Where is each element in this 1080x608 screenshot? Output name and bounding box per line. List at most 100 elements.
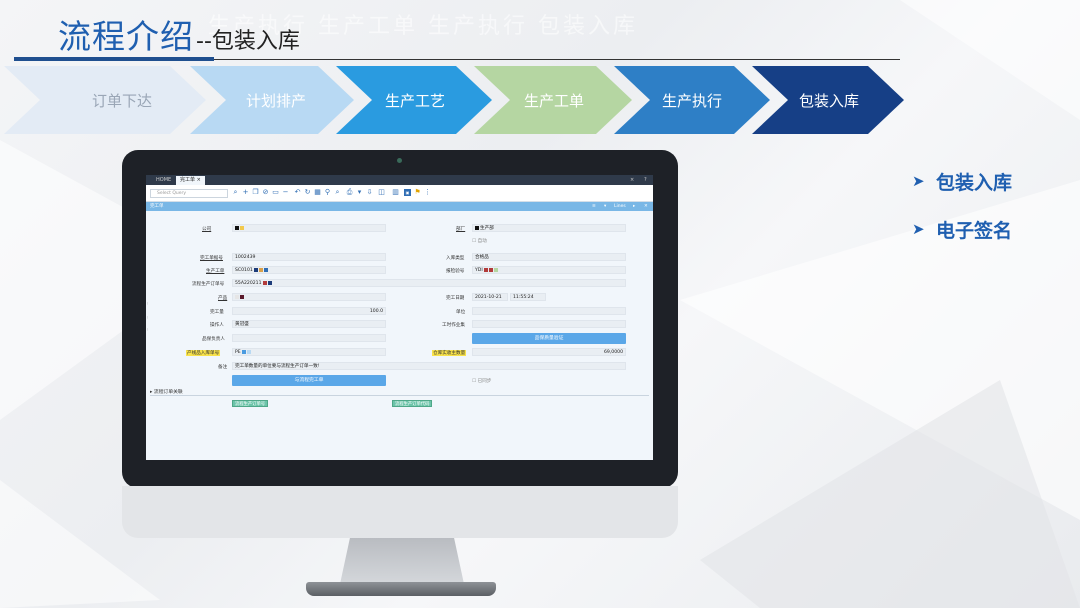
work-order-field[interactable]: SC0101 [232, 266, 386, 274]
form-header: 完工单 ≡ ▾ Lines ▸ ✕ [146, 202, 653, 211]
window-close-icon[interactable]: × [626, 176, 638, 185]
stock-qty-field[interactable]: 69,0000 [472, 348, 626, 356]
complete-time-field[interactable]: 11:55:24 [510, 293, 546, 301]
section-divider [150, 395, 649, 396]
tab-close-icon[interactable]: × [197, 177, 201, 183]
company-label: 公司 [202, 227, 212, 232]
form-close-icon[interactable]: ✕ [644, 202, 648, 211]
title-main: 流程介绍 [58, 17, 194, 56]
more-icon[interactable]: ⋮ [424, 189, 431, 196]
arrow-bullet-icon: ➤ [912, 172, 925, 190]
query-select[interactable]: Select Query [150, 189, 228, 198]
step-execution: 生产执行 [661, 91, 722, 110]
report-value: YDI [475, 268, 483, 273]
work-order-label: 生产工单 [206, 269, 225, 274]
operator-field[interactable]: 黄冠盛 [232, 320, 386, 328]
monitor-stand [340, 538, 464, 584]
form-next-icon[interactable]: ▸ [633, 202, 635, 211]
feature-list: ➤ 包装入库 ➤ 电子签名 [912, 168, 1012, 264]
operator-label: 操作人 [210, 323, 224, 328]
page-title: 流程介绍 --包装入库 [58, 10, 300, 56]
attach-icon[interactable]: ⚲ [324, 189, 331, 196]
workflow-icon[interactable]: ⚑ [414, 189, 421, 196]
unit-label: 单位 [456, 310, 466, 315]
monitor-base [306, 582, 496, 596]
quality-verify-button[interactable]: 品保质量验证 [472, 333, 626, 344]
workgroup-field[interactable] [472, 320, 626, 328]
tab-home[interactable]: HOME [152, 176, 175, 185]
link-prev-order-button[interactable]: 流程生产订单号 [232, 400, 269, 407]
complete-qty-field[interactable]: 100.0 [232, 307, 386, 315]
company-field[interactable] [232, 224, 386, 232]
prev-order-label: 流程生产订单号 [192, 282, 225, 287]
save-icon[interactable]: ▭ [272, 189, 279, 196]
prev-order-value: 55A220211 [235, 281, 262, 286]
minus-icon[interactable]: − [282, 189, 289, 196]
camera-icon [397, 158, 402, 163]
report-field[interactable]: YDI [472, 266, 626, 274]
store-type-field[interactable]: 合格品 [472, 253, 626, 261]
side-mark: | [147, 315, 149, 319]
search-icon[interactable]: ⌕ [232, 189, 239, 196]
remark-field[interactable]: 完工单数量的单位要与流程生产订单一致! [232, 362, 626, 370]
step-packaging: 包装入库 [798, 91, 859, 110]
link-prev-code-button[interactable]: 流程生产订单代码 [392, 400, 433, 407]
delete-icon[interactable]: ⊘ [262, 189, 269, 196]
grid-icon[interactable]: ▦ [314, 189, 321, 196]
export-icon[interactable]: ⇩ [366, 189, 373, 196]
doc-no-label: 完工单据号 [200, 256, 223, 261]
feature-label: 电子签名 [936, 219, 1013, 242]
tab-label: 完工单 [180, 177, 196, 183]
step-process: 生产工艺 [384, 91, 445, 110]
copy-icon[interactable]: ❐ [252, 189, 259, 196]
dropdown-icon[interactable]: ▾ [356, 189, 363, 196]
undo-icon[interactable]: ↶ [294, 189, 301, 196]
report-label: 报检验号 [446, 269, 465, 274]
refresh-icon[interactable]: ↻ [304, 189, 311, 196]
window-icon[interactable]: ◫ [378, 189, 385, 196]
doc-no-field[interactable]: 1002439 [232, 253, 386, 261]
side-mark: | [147, 301, 149, 305]
unit-field[interactable] [472, 307, 626, 315]
product-field[interactable] [232, 293, 386, 301]
factory-field[interactable]: 生产部 [472, 224, 626, 232]
complete-date-label: 完工日期 [446, 296, 465, 301]
chart-icon[interactable]: ▥ [392, 189, 399, 196]
print-icon[interactable]: ⎙ [346, 189, 353, 196]
stock-qty-label: 仓库实收主数量 [432, 350, 467, 356]
quality-field[interactable] [232, 334, 386, 342]
quality-label: 品保负责人 [202, 337, 225, 342]
arrow-bullet-icon: ➤ [912, 220, 925, 238]
app-screen: HOME 完工单 × × ? Select Query ⌕ + ❐ ⊘ ▭ − … [146, 175, 653, 460]
pallet-label: 产线品入库单号 [186, 350, 221, 356]
tab-completion-order[interactable]: 完工单 × [176, 176, 205, 185]
title-accent-bar [14, 57, 214, 61]
auto-checkbox[interactable]: ☐ 自动 [472, 238, 487, 244]
step-order-release: 订单下达 [91, 91, 152, 110]
prev-order-field[interactable]: 55A220211 [232, 279, 626, 287]
factory-value: 生产部 [480, 226, 494, 231]
complete-qty-label: 完工量 [210, 310, 224, 315]
title-sub: --包装入库 [196, 29, 300, 54]
form-lines-link[interactable]: Lines [614, 202, 626, 211]
work-order-value: SC0101 [235, 268, 253, 273]
new-icon[interactable]: + [242, 189, 249, 196]
feature-label: 包装入库 [936, 171, 1013, 194]
pallet-value: PE [235, 350, 241, 355]
workgroup-label: 工时作业集 [442, 323, 465, 328]
tab-bar: HOME 完工单 × × ? [146, 175, 653, 185]
form-menu-icon[interactable]: ≡ [592, 202, 596, 211]
complete-date-field[interactable]: 2021-10-21 [472, 293, 508, 301]
section-header[interactable]: ▸ 流程订单关联 [150, 388, 183, 395]
form-title: 完工单 [150, 204, 164, 209]
step-planning: 计划排产 [245, 91, 306, 110]
feature-item: ➤ 电子签名 [912, 216, 1012, 242]
sync-completion-button[interactable]: 与流程完工单 [232, 375, 386, 386]
synced-checkbox[interactable]: ☐ 已同步 [472, 378, 491, 384]
help-icon[interactable]: ? [640, 176, 651, 185]
auto-label: 自动 [477, 239, 487, 244]
form-expand-icon[interactable]: ▾ [604, 202, 606, 211]
report-icon[interactable]: ▣ [404, 189, 411, 196]
zoom-icon[interactable]: ⌕ [334, 189, 341, 196]
pallet-field[interactable]: PE [232, 348, 386, 356]
